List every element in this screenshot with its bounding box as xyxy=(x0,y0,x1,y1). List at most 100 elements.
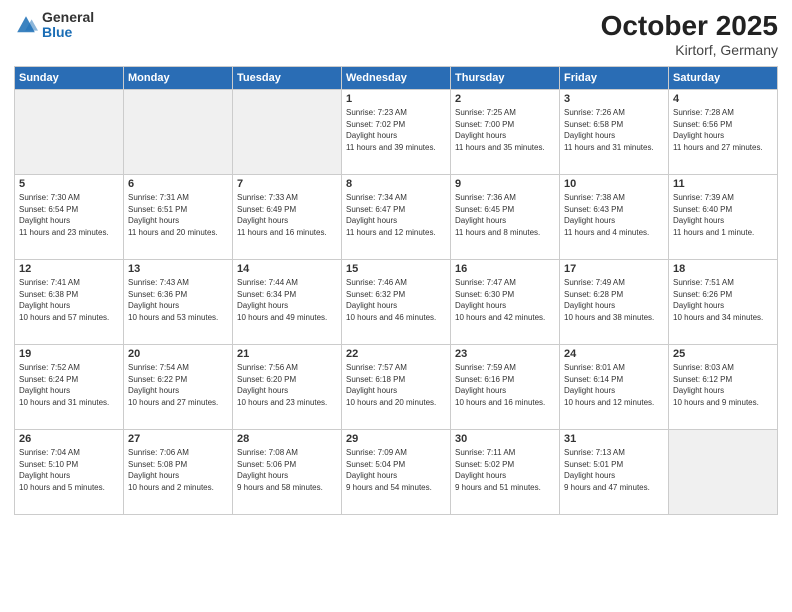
day-number: 24 xyxy=(564,348,664,360)
table-row: 6Sunrise: 7:31 AMSunset: 6:51 PMDaylight… xyxy=(124,175,233,260)
day-number: 26 xyxy=(19,433,119,445)
day-info: Sunrise: 7:54 AMSunset: 6:22 PMDaylight … xyxy=(128,362,228,408)
day-info: Sunrise: 7:52 AMSunset: 6:24 PMDaylight … xyxy=(19,362,119,408)
day-number: 18 xyxy=(673,263,773,275)
day-info: Sunrise: 7:31 AMSunset: 6:51 PMDaylight … xyxy=(128,192,228,238)
table-row: 7 Sunrise: 7:33 AMSunset: 6:49 PMDaylight… xyxy=(233,175,342,260)
table-row: 13Sunrise: 7:43 AMSunset: 6:36 PMDayligh… xyxy=(124,260,233,345)
table-row: 30 Sunrise: 7:11 AMSunset: 5:02 PMDayligh… xyxy=(451,430,560,515)
day-info: Sunrise: 7:33 AMSunset: 6:49 PMDaylight … xyxy=(237,192,337,238)
location-title: Kirtorf, Germany xyxy=(601,42,778,58)
day-info: Sunrise: 7:51 AMSunset: 6:26 PMDaylight … xyxy=(673,277,773,323)
day-number: 11 xyxy=(673,178,773,190)
day-info: Sunrise: 7:23 AMSunset: 7:02 PMDaylight … xyxy=(346,107,446,153)
calendar-header-row: Sunday Monday Tuesday Wednesday Thursday… xyxy=(15,67,778,90)
table-row: 1 Sunrise: 7:23 AMSunset: 7:02 PMDaylight… xyxy=(342,90,451,175)
day-number: 8 xyxy=(346,178,446,190)
col-thursday: Thursday xyxy=(451,67,560,90)
day-number: 19 xyxy=(19,348,119,360)
day-info: Sunrise: 7:04 AMSunset: 5:10 PMDaylight … xyxy=(19,447,119,493)
logo-blue: Blue xyxy=(42,25,94,40)
day-info: Sunrise: 7:46 AMSunset: 6:32 PMDaylight … xyxy=(346,277,446,323)
table-row: 24 Sunrise: 8:01 AMSunset: 6:14 PMDayligh… xyxy=(560,345,669,430)
table-row: 18 Sunrise: 7:51 AMSunset: 6:26 PMDayligh… xyxy=(669,260,778,345)
table-row: 20 Sunrise: 7:54 AMSunset: 6:22 PMDayligh… xyxy=(124,345,233,430)
table-row xyxy=(233,90,342,175)
day-info: Sunrise: 7:57 AMSunset: 6:18 PMDaylight … xyxy=(346,362,446,408)
day-number: 27 xyxy=(128,433,228,445)
day-info: Sunrise: 8:01 AMSunset: 6:14 PMDaylight … xyxy=(564,362,664,408)
table-row: 9Sunrise: 7:36 AMSunset: 6:45 PMDaylight… xyxy=(451,175,560,260)
day-info: Sunrise: 7:09 AMSunset: 5:04 PMDaylight … xyxy=(346,447,446,493)
col-sunday: Sunday xyxy=(15,67,124,90)
table-row: 29 Sunrise: 7:09 AMSunset: 5:04 PMDayligh… xyxy=(342,430,451,515)
table-row xyxy=(124,90,233,175)
table-row: 10 Sunrise: 7:38 AMSunset: 6:43 PMDayligh… xyxy=(560,175,669,260)
calendar-week-row: 12Sunrise: 7:41 AMSunset: 6:38 PMDayligh… xyxy=(15,260,778,345)
table-row: 11 Sunrise: 7:39 AMSunset: 6:40 PMDayligh… xyxy=(669,175,778,260)
day-info: Sunrise: 7:49 AMSunset: 6:28 PMDaylight … xyxy=(564,277,664,323)
day-number: 14 xyxy=(237,263,337,275)
day-info: Sunrise: 7:36 AMSunset: 6:45 PMDaylight … xyxy=(455,192,555,238)
header: General Blue October 2025 Kirtorf, Germa… xyxy=(14,10,778,58)
day-number: 25 xyxy=(673,348,773,360)
day-number: 10 xyxy=(564,178,664,190)
table-row: 8 Sunrise: 7:34 AMSunset: 6:47 PMDaylight… xyxy=(342,175,451,260)
day-number: 28 xyxy=(237,433,337,445)
title-block: October 2025 Kirtorf, Germany xyxy=(601,10,778,58)
col-tuesday: Tuesday xyxy=(233,67,342,90)
table-row: 25 Sunrise: 8:03 AMSunset: 6:12 PMDayligh… xyxy=(669,345,778,430)
day-number: 31 xyxy=(564,433,664,445)
calendar-week-row: 1 Sunrise: 7:23 AMSunset: 7:02 PMDaylight… xyxy=(15,90,778,175)
day-info: Sunrise: 7:39 AMSunset: 6:40 PMDaylight … xyxy=(673,192,773,238)
day-info: Sunrise: 8:03 AMSunset: 6:12 PMDaylight … xyxy=(673,362,773,408)
table-row: 15 Sunrise: 7:46 AMSunset: 6:32 PMDayligh… xyxy=(342,260,451,345)
table-row: 31 Sunrise: 7:13 AMSunset: 5:01 PMDayligh… xyxy=(560,430,669,515)
table-row: 27 Sunrise: 7:06 AMSunset: 5:08 PMDayligh… xyxy=(124,430,233,515)
day-info: Sunrise: 7:56 AMSunset: 6:20 PMDaylight … xyxy=(237,362,337,408)
day-number: 16 xyxy=(455,263,555,275)
table-row: 5Sunrise: 7:30 AMSunset: 6:54 PMDaylight… xyxy=(15,175,124,260)
page: General Blue October 2025 Kirtorf, Germa… xyxy=(0,0,792,612)
day-info: Sunrise: 7:13 AMSunset: 5:01 PMDaylight … xyxy=(564,447,664,493)
day-number: 29 xyxy=(346,433,446,445)
day-number: 1 xyxy=(346,93,446,105)
col-monday: Monday xyxy=(124,67,233,90)
day-info: Sunrise: 7:25 AMSunset: 7:00 PMDaylight … xyxy=(455,107,555,153)
day-info: Sunrise: 7:30 AMSunset: 6:54 PMDaylight … xyxy=(19,192,119,238)
table-row: 28Sunrise: 7:08 AMSunset: 5:06 PMDayligh… xyxy=(233,430,342,515)
table-row: 3Sunrise: 7:26 AMSunset: 6:58 PMDaylight… xyxy=(560,90,669,175)
col-friday: Friday xyxy=(560,67,669,90)
table-row xyxy=(669,430,778,515)
table-row: 14 Sunrise: 7:44 AMSunset: 6:34 PMDayligh… xyxy=(233,260,342,345)
logo-icon xyxy=(14,13,38,37)
day-info: Sunrise: 7:34 AMSunset: 6:47 PMDaylight … xyxy=(346,192,446,238)
table-row: 21Sunrise: 7:56 AMSunset: 6:20 PMDayligh… xyxy=(233,345,342,430)
day-info: Sunrise: 7:44 AMSunset: 6:34 PMDaylight … xyxy=(237,277,337,323)
day-number: 23 xyxy=(455,348,555,360)
logo: General Blue xyxy=(14,10,94,41)
calendar-week-row: 5Sunrise: 7:30 AMSunset: 6:54 PMDaylight… xyxy=(15,175,778,260)
day-info: Sunrise: 7:43 AMSunset: 6:36 PMDaylight … xyxy=(128,277,228,323)
table-row: 19 Sunrise: 7:52 AMSunset: 6:24 PMDayligh… xyxy=(15,345,124,430)
day-info: Sunrise: 7:11 AMSunset: 5:02 PMDaylight … xyxy=(455,447,555,493)
day-number: 7 xyxy=(237,178,337,190)
day-number: 15 xyxy=(346,263,446,275)
day-number: 22 xyxy=(346,348,446,360)
logo-text: General Blue xyxy=(42,10,94,41)
day-info: Sunrise: 7:28 AMSunset: 6:56 PMDaylight … xyxy=(673,107,773,153)
day-number: 30 xyxy=(455,433,555,445)
day-number: 3 xyxy=(564,93,664,105)
day-info: Sunrise: 7:59 AMSunset: 6:16 PMDaylight … xyxy=(455,362,555,408)
day-number: 20 xyxy=(128,348,228,360)
table-row: 23 Sunrise: 7:59 AMSunset: 6:16 PMDayligh… xyxy=(451,345,560,430)
day-info: Sunrise: 7:06 AMSunset: 5:08 PMDaylight … xyxy=(128,447,228,493)
day-number: 4 xyxy=(673,93,773,105)
table-row: 12Sunrise: 7:41 AMSunset: 6:38 PMDayligh… xyxy=(15,260,124,345)
day-info: Sunrise: 7:38 AMSunset: 6:43 PMDaylight … xyxy=(564,192,664,238)
logo-general: General xyxy=(42,10,94,25)
calendar-week-row: 19 Sunrise: 7:52 AMSunset: 6:24 PMDayligh… xyxy=(15,345,778,430)
table-row: 26 Sunrise: 7:04 AMSunset: 5:10 PMDayligh… xyxy=(15,430,124,515)
calendar-table: Sunday Monday Tuesday Wednesday Thursday… xyxy=(14,66,778,515)
table-row xyxy=(15,90,124,175)
